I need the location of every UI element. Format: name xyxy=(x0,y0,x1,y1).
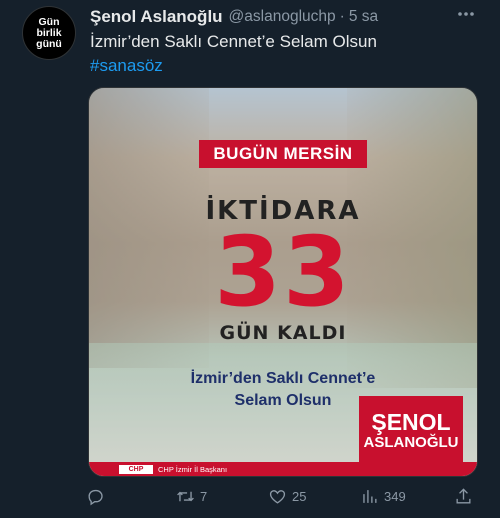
retweet-count: 7 xyxy=(200,488,208,504)
avatar-line-2: birlik xyxy=(36,26,62,39)
brand-logo: ŞENOL ASLANOĞLU xyxy=(359,396,463,464)
separator-dot: · xyxy=(339,8,345,25)
location-badge: BUGÜN MERSİN xyxy=(199,140,367,168)
tweet-header: Şenol Aslanoğlu @aslanogluchp · 5 sa xyxy=(90,6,480,28)
slogan-line-1: İzmir’den Saklı Cennet’e xyxy=(190,370,376,387)
author-handle[interactable]: @aslanogluchp xyxy=(229,8,336,26)
retweet-icon xyxy=(177,491,194,501)
views-button[interactable]: 349 xyxy=(360,487,406,506)
avatar[interactable]: Gün birlik günü xyxy=(22,6,76,60)
poster-footer: CHP CHP İzmir İl Başkanı xyxy=(89,462,477,476)
avatar-line-3: günü xyxy=(36,37,62,50)
brand-line-1: ŞENOL xyxy=(371,408,451,435)
like-button[interactable]: 25 xyxy=(268,487,306,506)
chp-logo: CHP xyxy=(119,464,153,474)
views-icon xyxy=(363,489,377,503)
views-count: 349 xyxy=(384,488,406,504)
footer-text: CHP İzmir İl Başkanı xyxy=(158,464,228,474)
avatar-line-1: Gün xyxy=(38,15,60,28)
share-button[interactable] xyxy=(454,487,473,506)
share-icon xyxy=(456,487,471,504)
days-count: 33 xyxy=(214,216,352,328)
author-name[interactable]: Şenol Aslanoğlu xyxy=(90,7,223,27)
hashtag-link[interactable]: #sanasöz xyxy=(90,56,163,76)
reply-icon xyxy=(88,489,103,505)
action-bar: 7 25 349 xyxy=(84,486,486,506)
retweet-button[interactable]: 7 xyxy=(176,487,207,506)
days-caption: GÜN KALDI xyxy=(219,322,347,344)
tweet-text: İzmir’den Saklı Cennet’e Selam Olsun xyxy=(90,32,377,51)
heart-icon xyxy=(269,489,286,504)
reply-button[interactable] xyxy=(86,487,105,506)
tweet-image[interactable]: BUGÜN MERSİN İKTİDARA 33 GÜN KALDI İzmir… xyxy=(88,87,478,477)
tweet-time[interactable]: 5 sa xyxy=(349,8,378,26)
more-icon[interactable] xyxy=(456,6,476,27)
brand-line-2: ASLANOĞLU xyxy=(363,433,459,451)
like-count: 25 xyxy=(292,488,307,504)
